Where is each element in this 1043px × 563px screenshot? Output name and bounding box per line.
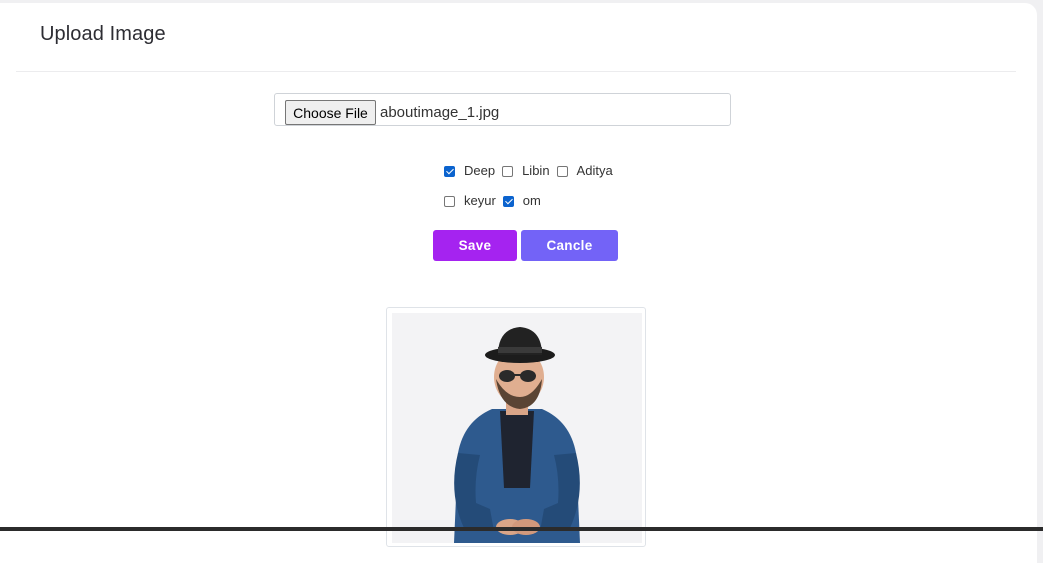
image-preview-frame [386, 307, 646, 547]
checkbox-keyur-box[interactable] [444, 195, 455, 207]
page-title: Upload Image [40, 23, 166, 45]
choose-file-button[interactable]: Choose File [285, 100, 376, 125]
checkbox-label: keyur [464, 193, 496, 208]
checkbox-libin-box[interactable] [502, 165, 514, 177]
checkbox-label: Libin [522, 163, 550, 178]
upload-card: Upload Image Choose File aboutimage_1.jp… [0, 3, 1037, 563]
selected-file-name: aboutimage_1.jpg [380, 104, 500, 121]
checkbox-om-box[interactable] [502, 195, 514, 207]
checkbox-row-2: keyur om [444, 193, 548, 209]
checkbox-row-1: Deep Libin Aditya [444, 163, 620, 179]
save-button[interactable]: Save [433, 230, 517, 261]
file-input[interactable]: Choose File aboutimage_1.jpg [274, 93, 731, 126]
card-header: Upload Image [16, 3, 1016, 72]
checkbox-keyur[interactable]: keyur [444, 193, 503, 209]
checkbox-deep-box[interactable] [444, 165, 455, 177]
checkbox-label: om [522, 193, 541, 208]
checkbox-label: Deep [464, 163, 496, 178]
checkbox-deep[interactable]: Deep [444, 163, 502, 179]
checkbox-label: Aditya [576, 163, 613, 178]
cancel-button[interactable]: Cancle [521, 230, 618, 261]
uploaded-image-preview [392, 313, 642, 543]
checkbox-om[interactable]: om [502, 193, 548, 209]
checkbox-libin[interactable]: Libin [502, 163, 556, 179]
checkbox-aditya-box[interactable] [556, 165, 568, 177]
window-bottom-edge [0, 527, 1043, 531]
checkbox-aditya[interactable]: Aditya [556, 163, 620, 179]
